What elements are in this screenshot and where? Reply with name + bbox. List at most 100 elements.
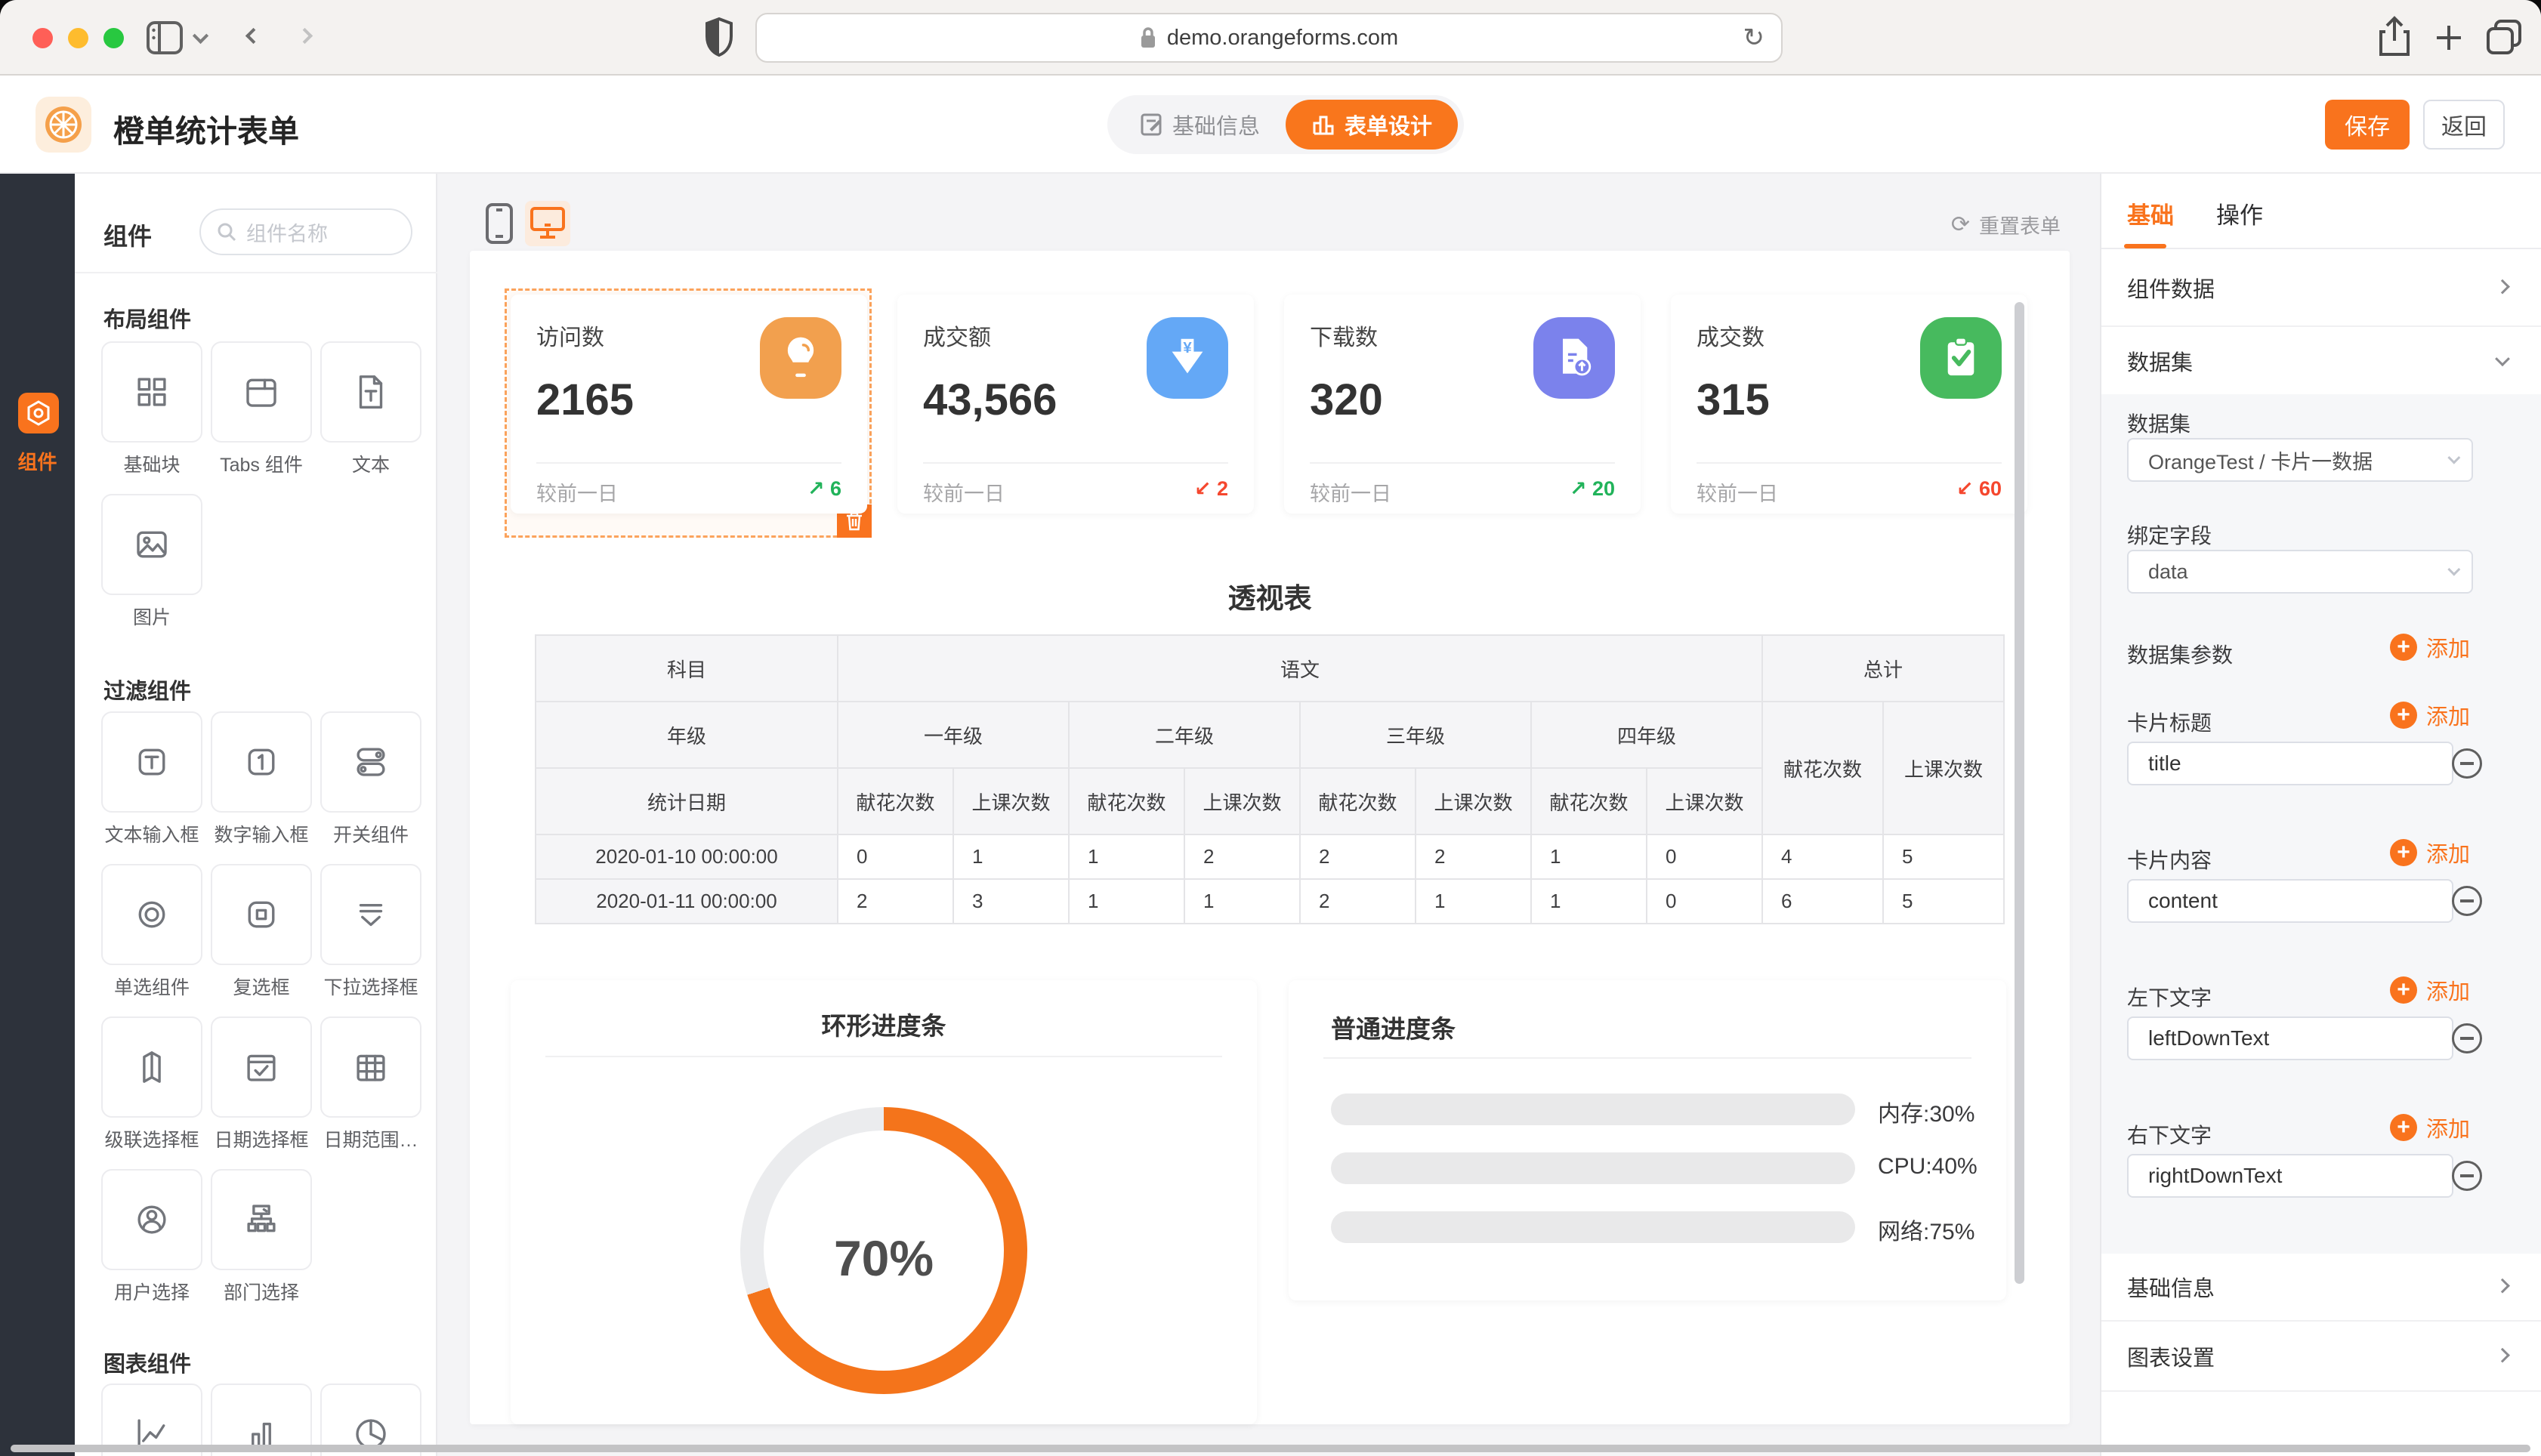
right-down-text-input[interactable]: rightDownText bbox=[2127, 1154, 2453, 1198]
minus-circle-icon[interactable] bbox=[2452, 886, 2482, 916]
stat-card-turnover[interactable]: 成交额 43,566 ¥ 较前一日 ↙ 2 bbox=[897, 295, 1254, 514]
reset-form-label: 重置表单 bbox=[1979, 210, 2061, 239]
stat-card-deals[interactable]: 成交数 315 较前一日 ↙ 60 bbox=[1671, 295, 2027, 514]
bar-progress-card[interactable]: 普通进度条 内存:30% CPU:40% 网络:75% bbox=[1289, 980, 2006, 1300]
table-row: 2020-01-11 00:00:00 2 3 1 1 2 1 1 0 6 5 bbox=[536, 879, 2004, 924]
tile-radio[interactable]: 单选组件 bbox=[101, 864, 202, 1000]
address-bar[interactable]: demo.orangeforms.com ↻ bbox=[755, 13, 1783, 63]
chevron-down-icon bbox=[2495, 351, 2510, 366]
monitor-icon bbox=[529, 205, 567, 242]
tab-basic[interactable]: 基础 bbox=[2127, 196, 2174, 230]
minus-circle-icon[interactable] bbox=[2452, 748, 2482, 779]
tab-form-design[interactable]: 表单设计 bbox=[1286, 100, 1458, 150]
compare-label: 较前一日 bbox=[923, 477, 1005, 507]
minimize-window-button[interactable] bbox=[68, 28, 88, 48]
new-tab-icon[interactable] bbox=[2434, 23, 2464, 53]
tab-basic-info[interactable]: 基础信息 bbox=[1113, 95, 1286, 154]
reload-icon[interactable]: ↻ bbox=[1743, 23, 1765, 53]
stat-card-downloads[interactable]: 下载数 320 较前一日 ↗ 20 bbox=[1284, 295, 1641, 514]
mobile-preview-button[interactable] bbox=[477, 201, 522, 246]
left-down-text-input[interactable]: leftDownText bbox=[2127, 1016, 2453, 1060]
page-title: 橙单统计表单 bbox=[113, 106, 299, 151]
components-panel: 组件 组件名称 布局组件 基础块 Tabs 组件 文本 图片 过滤组件 文本输入… bbox=[75, 174, 437, 1456]
tile-number-input[interactable]: 数字输入框 bbox=[211, 711, 312, 847]
rail-item-components[interactable] bbox=[18, 393, 59, 433]
canvas-vertical-scrollbar[interactable] bbox=[2015, 302, 2024, 1284]
stat-card-visits[interactable]: 访问数 2165 较前一日 ↗ 6 bbox=[511, 295, 867, 514]
org-chart-icon bbox=[241, 1199, 282, 1240]
tile-date-picker[interactable]: 日期选择框 bbox=[211, 1016, 312, 1152]
trend-down-icon: ↙ bbox=[1194, 477, 1212, 500]
progress-track bbox=[1331, 1094, 1855, 1125]
tile-dropdown[interactable]: 下拉选择框 bbox=[320, 864, 421, 1000]
app-logo bbox=[36, 97, 91, 153]
lock-icon bbox=[1140, 26, 1156, 49]
tile-image[interactable]: 图片 bbox=[101, 494, 202, 630]
pivot-corner-grade: 年级 bbox=[536, 702, 838, 768]
dataset-select[interactable]: OrangeTest / 卡片一数据 bbox=[2127, 438, 2473, 482]
rail-item-components-label: 组件 bbox=[0, 447, 75, 475]
add-card-content-button[interactable]: + 添加 bbox=[2390, 837, 2470, 868]
bars-card-title: 普通进度条 bbox=[1331, 1009, 1456, 1045]
date-picker-icon bbox=[241, 1047, 282, 1087]
privacy-shield-icon[interactable] bbox=[704, 17, 734, 57]
chevron-down-icon[interactable] bbox=[193, 28, 208, 44]
left-down-text-label: 左下文字 bbox=[2127, 982, 2212, 1012]
dataset-select-value: OrangeTest / 卡片一数据 bbox=[2148, 446, 2373, 475]
row-dataset-header[interactable]: 数据集 bbox=[2101, 327, 2541, 394]
save-button[interactable]: 保存 bbox=[2325, 100, 2410, 150]
desktop-preview-button[interactable] bbox=[525, 201, 570, 246]
cascader-icon bbox=[131, 1047, 172, 1087]
forward-icon[interactable] bbox=[297, 28, 313, 44]
plus-circle-icon: + bbox=[2390, 634, 2417, 661]
minus-circle-icon[interactable] bbox=[2452, 1161, 2482, 1191]
tile-switch[interactable]: 开关组件 bbox=[320, 711, 421, 847]
plus-circle-icon: + bbox=[2390, 1114, 2417, 1141]
orange-logo-icon bbox=[44, 105, 83, 144]
tile-date-range[interactable]: 日期范围… bbox=[320, 1016, 421, 1152]
tile-cascader[interactable]: 级联选择框 bbox=[101, 1016, 202, 1152]
component-hexagon-icon bbox=[25, 399, 52, 427]
ring-progress-card[interactable]: 环形进度条 70% bbox=[511, 980, 1257, 1424]
row-component-data[interactable]: 组件数据 bbox=[2101, 249, 2541, 327]
card-content-input[interactable]: content bbox=[2127, 879, 2453, 923]
card-title-input[interactable]: title bbox=[2127, 742, 2453, 785]
tile-text[interactable]: 文本 bbox=[320, 341, 421, 477]
add-param-button[interactable]: + 添加 bbox=[2390, 631, 2470, 663]
file-upload-icon bbox=[1533, 317, 1615, 399]
add-card-title-button[interactable]: + 添加 bbox=[2390, 699, 2470, 731]
bind-field-select[interactable]: data bbox=[2127, 550, 2473, 594]
close-window-button[interactable] bbox=[32, 28, 53, 48]
sidebar-toggle-icon[interactable] bbox=[146, 20, 184, 56]
back-button[interactable]: 返回 bbox=[2423, 100, 2505, 150]
tile-user-select[interactable]: 用户选择 bbox=[101, 1169, 202, 1305]
tile-text-input[interactable]: 文本输入框 bbox=[101, 711, 202, 847]
image-icon bbox=[131, 524, 172, 565]
trash-icon bbox=[845, 511, 863, 531]
add-right-down-button[interactable]: + 添加 bbox=[2390, 1112, 2470, 1143]
compare-label: 较前一日 bbox=[1310, 477, 1391, 507]
progress-label: 网络:75% bbox=[1878, 1213, 1974, 1246]
tile-dept-select[interactable]: 部门选择 bbox=[211, 1169, 312, 1305]
back-icon[interactable] bbox=[245, 28, 261, 44]
plus-circle-icon: + bbox=[2390, 839, 2417, 866]
row-basic-info[interactable]: 基础信息 bbox=[2101, 1254, 2541, 1322]
reset-form-button[interactable]: ⟳ 重置表单 bbox=[1951, 210, 2061, 239]
browser-window: demo.orangeforms.com ↻ 橙单统计表单 基础信息 表单设计 … bbox=[0, 0, 2541, 1456]
tile-basic-block[interactable]: 基础块 bbox=[101, 341, 202, 477]
plus-circle-icon: + bbox=[2390, 976, 2417, 1004]
tile-checkbox[interactable]: 复选框 bbox=[211, 864, 312, 1000]
tile-tabs-component[interactable]: Tabs 组件 bbox=[211, 341, 312, 477]
share-icon[interactable] bbox=[2376, 15, 2413, 59]
filter-tiles: 文本输入框 数字输入框 开关组件 单选组件 复选框 下拉选择框 级联选择框 日期… bbox=[101, 711, 426, 1305]
zoom-window-button[interactable] bbox=[103, 28, 124, 48]
add-left-down-button[interactable]: + 添加 bbox=[2390, 974, 2470, 1006]
text-doc-icon bbox=[350, 372, 391, 412]
compare-label: 较前一日 bbox=[1697, 477, 1778, 507]
tab-overview-icon[interactable] bbox=[2485, 18, 2523, 56]
row-chart-settings[interactable]: 图表设置 bbox=[2101, 1322, 2541, 1392]
horizontal-scrollbar[interactable] bbox=[11, 1445, 2530, 1452]
tab-actions[interactable]: 操作 bbox=[2216, 196, 2263, 230]
component-search-input[interactable]: 组件名称 bbox=[199, 208, 412, 255]
minus-circle-icon[interactable] bbox=[2452, 1023, 2482, 1053]
